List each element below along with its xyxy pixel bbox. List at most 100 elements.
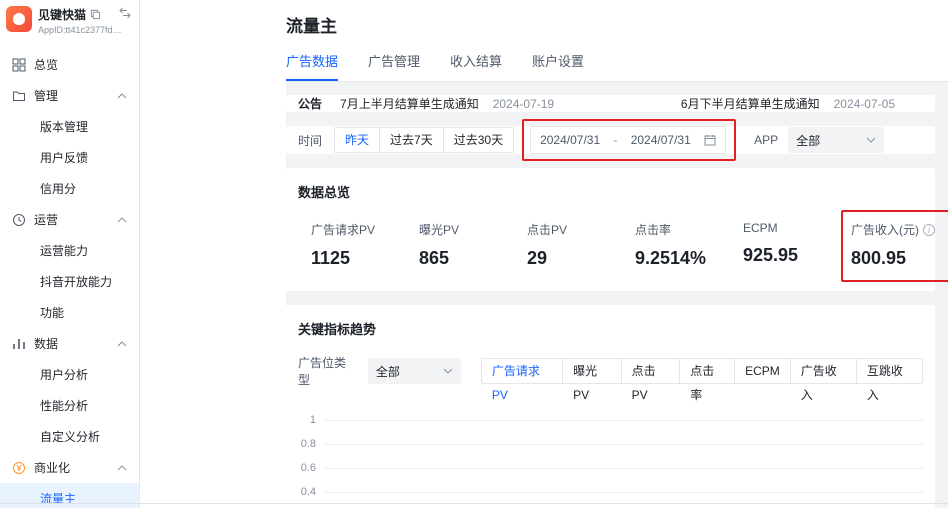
trend-chart: 1 0.8 0.6 0.4 0.2 — [298, 408, 923, 508]
collapse-sidebar-icon[interactable] — [119, 7, 131, 19]
metric-ad-revenue: 广告收入(元) 800.95 — [841, 210, 948, 282]
data-icon — [12, 337, 26, 351]
sidebar-item-performance-analysis[interactable]: 性能分析 — [0, 390, 139, 421]
sidebar-item-credit-score[interactable]: 信用分 — [0, 173, 139, 204]
data-overview-title: 数据总览 — [298, 185, 351, 200]
chevron-down-icon — [866, 137, 876, 143]
date-end: 2024/07/31 — [630, 133, 691, 147]
date-separator: - — [613, 133, 618, 147]
sidebar-group-data[interactable]: 数据 — [0, 328, 139, 359]
chevron-up-icon — [117, 216, 127, 223]
gridline: 0.4 — [298, 480, 923, 504]
trends-card: 关键指标趋势 广告位类型 全部 广告请求PV 曝光PV 点击PV 点击率 ECP… — [286, 305, 935, 508]
date-start: 2024/07/31 — [540, 133, 601, 147]
operations-icon — [12, 213, 26, 227]
tab-ad-management[interactable]: 广告管理 — [368, 51, 420, 81]
sidebar-group-commercialization[interactable]: 商业化 — [0, 452, 139, 483]
sidebar-item-traffic-master[interactable]: 流量主 — [0, 483, 139, 508]
tab-account-settings[interactable]: 账户设置 — [532, 51, 584, 81]
app-select-value: 全部 — [796, 133, 821, 148]
slot-type-select[interactable]: 全部 — [367, 358, 461, 384]
metric-tab-click-rate[interactable]: 点击率 — [679, 358, 736, 402]
announcement-label: 公告 — [298, 97, 323, 111]
page-header: 流量主 广告数据 广告管理 收入结算 账户设置 — [141, 0, 948, 82]
sidebar-item-user-analysis[interactable]: 用户分析 — [0, 359, 139, 390]
metric-click-rate: 点击率 9.2514% — [635, 223, 707, 268]
range-yesterday-button[interactable]: 昨天 — [334, 127, 381, 153]
sidebar-group-management[interactable]: 管理 — [0, 80, 139, 111]
metric-tab-ecpm[interactable]: ECPM — [734, 358, 791, 384]
announcement-bar: 公告 7月上半月结算单生成通知 2024-07-19 6月下半月结算单生成通知 … — [286, 95, 935, 112]
metrics-row: 广告请求PV 1125 曝光PV 865 点击PV 29 点击率 9.2514%… — [298, 210, 948, 282]
filter-bar: 时间 昨天 过去7天 过去30天 2024/07/31 - 2024/07/31… — [286, 119, 935, 161]
app-name: 见键快猫 — [38, 8, 87, 22]
chevron-up-icon — [117, 92, 127, 99]
window-bottom-edge — [0, 503, 948, 504]
sidebar-group-label: 数据 — [34, 337, 59, 351]
time-filter-label: 时间 — [298, 133, 323, 148]
tab-ad-data[interactable]: 广告数据 — [286, 51, 339, 81]
gridline: 0.6 — [298, 456, 923, 480]
info-icon[interactable] — [923, 223, 935, 236]
gridline: 1 — [298, 408, 923, 432]
calendar-icon — [704, 134, 716, 146]
trends-title: 关键指标趋势 — [298, 322, 377, 337]
data-overview-card: 数据总览 广告请求PV 1125 曝光PV 865 点击PV 29 点击率 9.… — [286, 168, 948, 291]
copy-icon[interactable] — [90, 9, 101, 20]
app-select[interactable]: 全部 — [788, 127, 885, 153]
chevron-down-icon — [443, 368, 453, 374]
sidebar-item-label: 总览 — [34, 58, 59, 72]
commercialization-icon — [12, 461, 26, 475]
range-last7days-button[interactable]: 过去7天 — [379, 127, 444, 153]
sidebar-group-label: 商业化 — [34, 461, 71, 475]
metric-ad-request-pv: 广告请求PV 1125 — [311, 223, 376, 268]
date-range-wrapper: 2024/07/31 - 2024/07/31 — [522, 119, 737, 161]
page-tabs: 广告数据 广告管理 收入结算 账户设置 — [286, 51, 948, 82]
date-range-picker[interactable]: 2024/07/31 - 2024/07/31 — [530, 126, 727, 154]
sidebar-group-operations[interactable]: 运营 — [0, 204, 139, 235]
quick-range-group: 昨天 过去7天 过去30天 — [334, 127, 515, 153]
announcement-date-2: 2024-07-05 — [833, 96, 895, 111]
sidebar-item-overview[interactable]: 总览 — [0, 49, 139, 80]
app-filter-label: APP — [754, 133, 779, 147]
chevron-up-icon — [117, 464, 127, 471]
trends-controls: 广告位类型 全部 广告请求PV 曝光PV 点击PV 点击率 ECPM 广告收入 … — [298, 354, 923, 402]
sidebar-item-custom-analysis[interactable]: 自定义分析 — [0, 421, 139, 452]
announcement-link-1[interactable]: 7月上半月结算单生成通知 — [340, 95, 479, 112]
sidebar-item-operation-ability[interactable]: 运营能力 — [0, 235, 139, 266]
metric-tab-click-pv[interactable]: 点击PV — [620, 358, 681, 402]
app-id: AppID:tt41c2377fde... — [38, 25, 124, 35]
main-content: 流量主 广告数据 广告管理 收入结算 账户设置 公告 7月上半月结算单生成通知 … — [141, 0, 948, 508]
sidebar: 见键快猫 AppID:tt41c2377fde... 总览 管理 版本管理 用户… — [0, 0, 140, 508]
announcement-date-1: 2024-07-19 — [492, 96, 555, 111]
sidebar-group-label: 管理 — [34, 89, 59, 103]
sidebar-item-version-management[interactable]: 版本管理 — [0, 111, 139, 142]
metric-tab-impression-pv[interactable]: 曝光PV — [562, 358, 622, 402]
sidebar-item-features[interactable]: 功能 — [0, 297, 139, 328]
metric-click-pv: 点击PV 29 — [527, 223, 568, 268]
app-logo — [6, 6, 32, 32]
slot-type-value: 全部 — [375, 364, 400, 379]
sidebar-group-label: 运营 — [34, 213, 59, 227]
metric-impression-pv: 曝光PV 865 — [419, 223, 460, 268]
gridline: 0.2 — [298, 504, 923, 508]
page-title: 流量主 — [286, 17, 337, 36]
range-last30days-button[interactable]: 过去30天 — [442, 127, 515, 153]
metric-tab-cross-jump-revenue[interactable]: 互跳收入 — [855, 358, 923, 402]
metric-tab-ad-revenue[interactable]: 广告收入 — [789, 358, 857, 402]
sidebar-menu: 总览 管理 版本管理 用户反馈 信用分 运营 运营能力 抖音开放能力 功能 数据 — [0, 39, 139, 508]
chevron-up-icon — [117, 340, 127, 347]
metric-tab-ad-request-pv[interactable]: 广告请求PV — [480, 358, 564, 402]
slot-type-label: 广告位类型 — [298, 356, 347, 387]
sidebar-item-douyin-open-ability[interactable]: 抖音开放能力 — [0, 266, 139, 297]
app-switcher[interactable]: 见键快猫 AppID:tt41c2377fde... — [0, 0, 139, 39]
gridline: 0.8 — [298, 432, 923, 456]
tab-income-settlement[interactable]: 收入结算 — [450, 51, 502, 81]
announcement-link-2[interactable]: 6月下半月结算单生成通知 — [681, 95, 820, 112]
metric-tab-group: 广告请求PV 曝光PV 点击PV 点击率 ECPM 广告收入 互跳收入 — [480, 358, 923, 402]
metric-ecpm: ECPM 925.95 — [743, 221, 799, 265]
management-icon — [12, 89, 26, 103]
page-body: 公告 7月上半月结算单生成通知 2024-07-19 6月下半月结算单生成通知 … — [141, 82, 948, 508]
overview-icon — [12, 58, 26, 72]
sidebar-item-user-feedback[interactable]: 用户反馈 — [0, 142, 139, 173]
